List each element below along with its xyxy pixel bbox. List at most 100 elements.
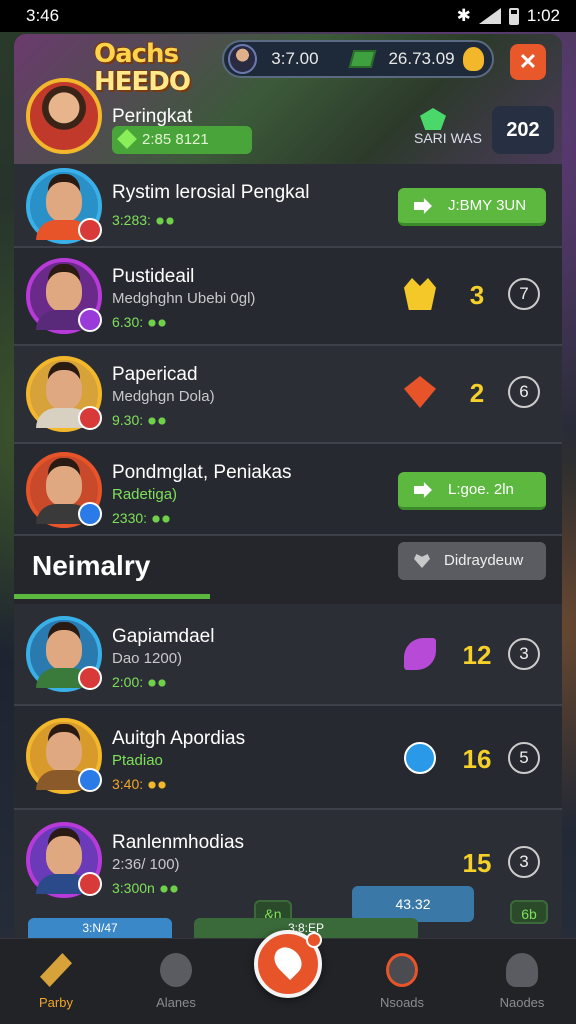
arrow-icon bbox=[414, 482, 432, 498]
gold-icon bbox=[462, 47, 484, 71]
table-row[interactable]: Papericad Medghgn Dola) 9.30: 2 6 bbox=[14, 346, 562, 444]
paw-icon bbox=[147, 677, 168, 690]
table-row[interactable]: Rystim lerosial Pengkal 3:283: J:BMY 3UN bbox=[14, 164, 562, 248]
nav-item-nsoads[interactable]: Nsoads bbox=[352, 953, 452, 1010]
currency-bar[interactable]: 3:7.00 26.73.09 bbox=[222, 40, 494, 78]
profile-icon bbox=[506, 953, 538, 987]
table-row[interactable]: Ranlenmhodias 2:36/ 100) 3:300n 15 3 &n … bbox=[14, 810, 562, 938]
role-badge-icon bbox=[78, 406, 102, 430]
list-item-name: Auitgh Apordias bbox=[112, 728, 246, 749]
section-action-button[interactable]: Didraydeuw bbox=[398, 542, 546, 580]
nav-item-naodes[interactable]: Naodes bbox=[472, 953, 572, 1010]
avatar bbox=[26, 356, 102, 432]
friends-icon bbox=[386, 953, 418, 987]
position-badge: 7 bbox=[508, 278, 540, 310]
gem-icon bbox=[117, 129, 137, 149]
leaderboard-panel: Oachs HEEDO 3:7.00 26.73.09 ✕ Peringkat … bbox=[14, 34, 562, 938]
crown-icon bbox=[404, 278, 436, 310]
list-item-subtitle: 2:36/ 100) bbox=[112, 856, 180, 873]
ruby-icon bbox=[404, 376, 436, 408]
signal-icon bbox=[478, 8, 501, 24]
status-bar: 3:46 ✱ 1:02 bbox=[0, 0, 576, 32]
table-row[interactable]: Pondmglat, Peniakas Radetiga) 2330: L:go… bbox=[14, 444, 562, 536]
tab-underline bbox=[14, 594, 210, 599]
paw-icon bbox=[158, 883, 179, 896]
badge-label: SARI WAS bbox=[414, 130, 482, 146]
position-badge: 5 bbox=[508, 742, 540, 774]
profile-header: Oachs HEEDO 3:7.00 26.73.09 ✕ Peringkat … bbox=[14, 34, 562, 164]
role-badge-icon bbox=[78, 308, 102, 332]
player-avatar[interactable] bbox=[26, 78, 102, 154]
list-item-name: Pondmglat, Peniakas bbox=[112, 462, 292, 483]
reward-pill[interactable]: 3:N/47 bbox=[28, 918, 172, 938]
check-badge-icon bbox=[404, 742, 436, 774]
list-item-subtitle: Medghghn Ubebi 0gl) bbox=[112, 290, 256, 307]
paw-icon bbox=[147, 779, 168, 792]
rank-number: 12 bbox=[462, 640, 492, 670]
paw-icon bbox=[147, 415, 168, 428]
paw-icon bbox=[147, 317, 168, 330]
list-item-subtitle: Medghgn Dola) bbox=[112, 388, 215, 405]
close-menu-button[interactable]: ✕ bbox=[510, 44, 546, 80]
list-item-stat: 9.30: bbox=[112, 412, 168, 428]
game-logo: Oachs HEEDO bbox=[94, 39, 191, 97]
map-pin-icon bbox=[268, 941, 308, 981]
table-row[interactable]: Gapiamdael Dao 1200) 2:00: 12 3 bbox=[14, 604, 562, 706]
nav-item-party[interactable]: Parby bbox=[6, 953, 106, 1010]
table-row[interactable]: Pustideail Medghghn Ubebi 0gl) 6.30: 3 7 bbox=[14, 248, 562, 346]
role-badge-icon bbox=[78, 218, 102, 242]
reward-pill[interactable]: 6b bbox=[510, 900, 548, 924]
list-item-stat: 2330: bbox=[112, 510, 172, 526]
reward-pill[interactable]: 43.32 bbox=[352, 886, 474, 922]
player-name: Peringkat bbox=[112, 106, 193, 127]
list-item-subtitle: Radetiga) bbox=[112, 486, 178, 503]
heart-icon bbox=[414, 554, 430, 568]
list-item-stat: 3:283: bbox=[112, 212, 175, 228]
paw-icon bbox=[154, 215, 175, 228]
list-item-name: Gapiamdael bbox=[112, 626, 215, 647]
list-item-stat: 3:40: bbox=[112, 776, 168, 792]
map-pin-button[interactable] bbox=[254, 930, 322, 998]
rank-number: 15 bbox=[462, 848, 492, 878]
battery-icon bbox=[508, 7, 519, 25]
emerald-icon bbox=[420, 108, 446, 130]
section-header: Neimalry Didraydeuw bbox=[14, 536, 562, 604]
avatar bbox=[26, 168, 102, 244]
arrow-icon bbox=[414, 198, 432, 214]
list-item-subtitle: Ptadiao bbox=[112, 752, 163, 769]
position-badge: 3 bbox=[508, 638, 540, 670]
list-item-name: Papericad bbox=[112, 364, 198, 385]
rank-number: 16 bbox=[462, 744, 492, 774]
hammer-icon bbox=[40, 953, 72, 987]
list-item-stat: 6.30: bbox=[112, 314, 168, 330]
avatar bbox=[26, 616, 102, 692]
role-badge-icon bbox=[78, 666, 102, 690]
feather-icon bbox=[404, 638, 436, 670]
list-item-subtitle: Dao 1200) bbox=[112, 650, 183, 667]
paw-icon bbox=[151, 513, 172, 526]
rank-number: 3 bbox=[469, 280, 485, 310]
bluetooth-icon: ✱ bbox=[456, 6, 471, 25]
score-box[interactable]: 202 bbox=[492, 106, 554, 154]
list-item-name: Pustideail bbox=[112, 266, 195, 287]
gear-icon bbox=[160, 953, 192, 987]
avatar bbox=[26, 258, 102, 334]
join-button[interactable]: J:BMY 3UN bbox=[398, 188, 546, 226]
status-time: 3:46 bbox=[26, 6, 60, 25]
join-button[interactable]: L:goe. 2ln bbox=[398, 472, 546, 510]
avatar bbox=[26, 452, 102, 528]
avatar bbox=[26, 718, 102, 794]
rank-number: 2 bbox=[469, 378, 485, 408]
player-rank-badge: 2:85 8121 bbox=[112, 126, 252, 154]
list-item-name: Rystim lerosial Pengkal bbox=[112, 182, 310, 203]
status-clock: 1:02 bbox=[526, 6, 560, 25]
list-item-stat: 2:00: bbox=[112, 674, 168, 690]
mini-avatar bbox=[228, 44, 258, 74]
cash-icon bbox=[348, 50, 377, 68]
status-icons: ✱ 1:02 bbox=[457, 6, 560, 26]
list-item-name: Ranlenmhodias bbox=[112, 832, 245, 853]
table-row[interactable]: Auitgh Apordias Ptadiao 3:40: 16 5 bbox=[14, 706, 562, 810]
nav-item-alanes[interactable]: Alanes bbox=[126, 953, 226, 1010]
currency-secondary: 26.73.09 bbox=[388, 49, 455, 68]
currency-primary: 3:7.00 bbox=[271, 49, 319, 68]
